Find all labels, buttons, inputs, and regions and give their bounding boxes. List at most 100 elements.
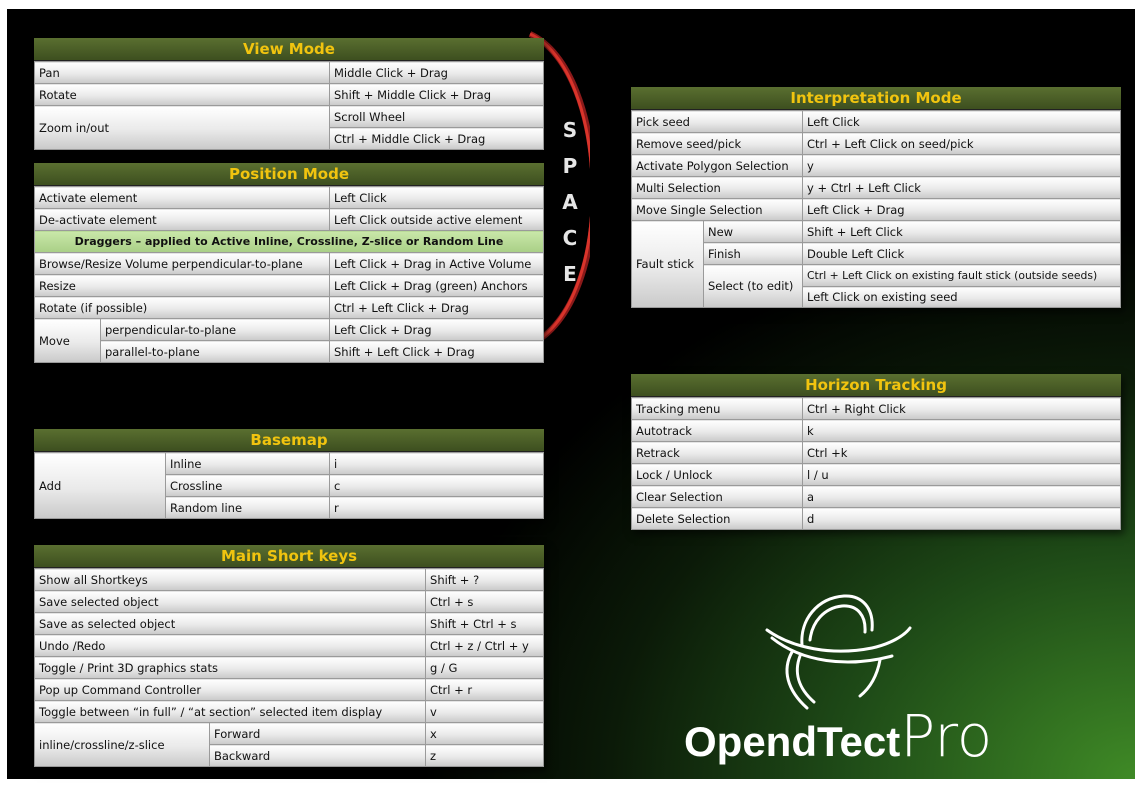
table-row: Rotate Shift + Middle Click + Drag [34, 83, 544, 106]
table-row: Toggle / Print 3D graphics stats g / G [33, 656, 544, 679]
table-row: Activate Polygon Selection y [631, 154, 1121, 177]
shortcut-cell: v [425, 700, 544, 723]
action-cell: Add [34, 452, 166, 519]
table-row: Move perpendicular-to-plane Left Click +… [34, 318, 544, 363]
panel-title: Interpretation Mode [631, 87, 1121, 110]
panel-title: Main Short keys [34, 545, 544, 568]
action-cell: Multi Selection [631, 176, 803, 199]
table-row: Browse/Resize Volume perpendicular-to-pl… [34, 252, 544, 275]
table-row: Activate element Left Click [34, 186, 544, 209]
shortcut-cell: Left Click + Drag [802, 198, 1121, 221]
shortcut-cell: Left Click + Drag (green) Anchors [329, 274, 544, 297]
shortcut-cell: Ctrl + z / Ctrl + y [425, 634, 544, 657]
table-row: Retrack Ctrl +k [631, 441, 1121, 464]
shortcut-cell: Left Click on existing seed [802, 286, 1121, 308]
shortcut-cell: Ctrl + Left Click on seed/pick [802, 132, 1121, 155]
action-cell: Move Single Selection [631, 198, 803, 221]
shortcut-cell: Ctrl + s [425, 590, 544, 613]
space-letter: P [562, 154, 578, 178]
shortcut-cell: Shift + Left Click + Drag [329, 340, 544, 363]
space-letter: S [562, 118, 578, 142]
action-cell: Save selected object [33, 590, 427, 613]
sub-action-cell: New [703, 220, 803, 243]
shortcut-cell: Ctrl + Left Click on existing fault stic… [802, 264, 1121, 287]
action-cell: Retrack [631, 441, 803, 464]
horizon-tracking-table: Tracking menu Ctrl + Right Click Autotra… [631, 397, 1121, 530]
action-cell: Show all Shortkeys [33, 568, 427, 591]
shortcut-cell: Left Click + Drag [329, 318, 544, 341]
shortcut-cell: Left Click outside active element [329, 208, 544, 231]
shortcut-cell: Shift + ? [425, 568, 544, 591]
basemap-table: Add Inline i Crossline c Random line r [34, 452, 544, 519]
table-row: Select (to edit) Ctrl + Left Click on ex… [632, 264, 1121, 308]
draggers-note-row: Draggers – applied to Active Inline, Cro… [34, 230, 544, 253]
shortcut-cell: l / u [802, 463, 1121, 486]
shortcut-cell: Left Click [329, 186, 544, 209]
action-cell: Undo /Redo [33, 634, 427, 657]
shortcut-cell: r [329, 496, 544, 519]
shortcut-cell: Shift + Middle Click + Drag [329, 83, 544, 106]
shortcut-cell: y + Ctrl + Left Click [802, 176, 1121, 199]
table-row: Pop up Command Controller Ctrl + r [33, 678, 544, 701]
sub-action-cell: Crossline [165, 474, 330, 497]
table-row: Finish Double Left Click [632, 242, 1121, 265]
shortcut-cell: Ctrl + Left Click + Drag [329, 296, 544, 319]
hat-logo-icon [765, 594, 912, 710]
table-row: Pan Middle Click + Drag [34, 61, 544, 84]
shortcut-cell: Ctrl + Middle Click + Drag [329, 127, 544, 150]
action-cell: Clear Selection [631, 485, 803, 508]
action-cell: Activate Polygon Selection [631, 154, 803, 177]
action-cell: Tracking menu [631, 397, 803, 420]
shortcut-cell: i [329, 452, 544, 475]
action-cell: Rotate [34, 83, 330, 106]
position-mode-panel: Position Mode Activate element Left Clic… [34, 163, 544, 363]
action-cell: Remove seed/pick [631, 132, 803, 155]
interpretation-mode-table: Pick seed Left Click Remove seed/pick Ct… [631, 110, 1121, 308]
sub-action-cell: Backward [208, 744, 427, 767]
table-row: Save selected object Ctrl + s [33, 590, 544, 613]
shortcut-cell: Shift + Ctrl + s [425, 612, 544, 635]
action-cell: Pop up Command Controller [33, 678, 427, 701]
logo-text-bold: OpendTect [684, 718, 901, 765]
shortcut-cell: d [802, 507, 1121, 530]
action-cell: Activate element [34, 186, 330, 209]
shortcut-cell: Ctrl + r [425, 678, 544, 701]
shortcut-cell: g / G [425, 656, 544, 679]
space-letter: E [563, 262, 577, 286]
panel-title: Horizon Tracking [631, 374, 1121, 397]
table-row: Multi Selection y + Ctrl + Left Click [631, 176, 1121, 199]
shortcut-cell: k [802, 419, 1121, 442]
main-short-keys-panel: Main Short keys Show all Shortkeys Shift… [33, 545, 544, 767]
shortcut-cell: y [802, 154, 1121, 177]
action-cell: Lock / Unlock [631, 463, 803, 486]
action-cell: Rotate (if possible) [34, 296, 330, 319]
table-row: Move Single Selection Left Click + Drag [631, 198, 1121, 221]
table-row: Undo /Redo Ctrl + z / Ctrl + y [33, 634, 544, 657]
interpretation-mode-panel: Interpretation Mode Pick seed Left Click… [631, 87, 1121, 308]
shortcut-cell: Middle Click + Drag [329, 61, 544, 84]
sub-action-cell: Random line [165, 496, 330, 519]
action-cell: Move [34, 318, 101, 363]
table-row: Add Inline i [34, 452, 544, 519]
table-row: Lock / Unlock l / u [631, 463, 1121, 486]
shortcut-cell: Left Click [802, 110, 1121, 133]
shortcut-cell: a [802, 485, 1121, 508]
action-cell: Browse/Resize Volume perpendicular-to-pl… [34, 252, 330, 275]
view-mode-panel: View Mode Pan Middle Click + Drag Rotate… [34, 38, 544, 150]
table-row: Rotate (if possible) Ctrl + Left Click +… [34, 296, 544, 319]
space-label: S P A C E [560, 118, 580, 298]
action-cell: Toggle / Print 3D graphics stats [33, 656, 427, 679]
table-row: Autotrack k [631, 419, 1121, 442]
table-row: Fault stick New Shift + Left Click [631, 220, 1121, 308]
table-row: Toggle between “in full” / “at section” … [33, 700, 544, 723]
shortcut-cell: x [425, 722, 544, 745]
sub-action-cell: Inline [165, 452, 330, 475]
panel-title: Position Mode [34, 163, 544, 186]
sub-action-cell: Select (to edit) [703, 264, 803, 308]
table-row: Show all Shortkeys Shift + ? [33, 568, 544, 591]
action-cell: Pan [34, 61, 330, 84]
logo-text-light: Pro [900, 702, 993, 770]
shortcut-cell: Left Click + Drag in Active Volume [329, 252, 544, 275]
panel-title: View Mode [34, 38, 544, 61]
action-cell: Zoom in/out [34, 105, 330, 150]
